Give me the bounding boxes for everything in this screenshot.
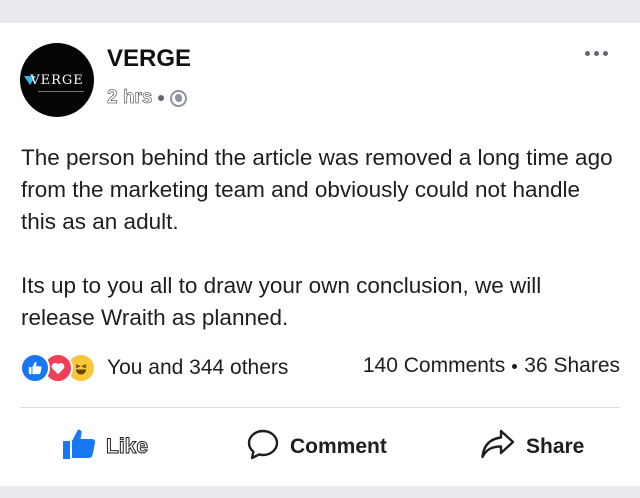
avatar-logo-text: VERGE xyxy=(30,73,84,88)
comment-button-label: Comment xyxy=(290,435,387,458)
post-paragraph: Its up to you all to draw your own concl… xyxy=(21,273,542,330)
comment-button[interactable]: Comment xyxy=(246,421,387,473)
post-meta: 2 hrs xyxy=(107,87,188,109)
ellipsis-icon xyxy=(594,51,599,56)
ellipsis-icon xyxy=(603,51,608,56)
post-card: VERGE VERGE 2 hrs The person behind the … xyxy=(0,23,640,486)
shares-count-link[interactable]: 36 Shares xyxy=(524,354,620,378)
reactions-count-text[interactable]: You and 344 others xyxy=(107,356,288,380)
post-paragraph: The person behind the article was remove… xyxy=(21,145,613,234)
comments-count-link[interactable]: 140 Comments xyxy=(363,354,505,378)
like-reaction-icon xyxy=(20,353,50,383)
engagement-stats: 140 Comments 36 Shares xyxy=(363,354,620,378)
post-timestamp[interactable]: 2 hrs xyxy=(107,87,153,109)
like-button[interactable]: Like xyxy=(62,421,149,473)
comment-bubble-icon xyxy=(246,428,280,466)
share-arrow-icon xyxy=(480,428,516,466)
page-name[interactable]: VERGE xyxy=(107,45,191,73)
share-button[interactable]: Share xyxy=(480,421,584,473)
like-button-label: Like xyxy=(105,435,149,459)
share-button-label: Share xyxy=(526,435,585,458)
reactions-summary[interactable]: You and 344 others xyxy=(20,352,288,384)
thumbs-up-icon xyxy=(62,428,96,466)
post-body: The person behind the article was remove… xyxy=(21,142,621,334)
globe-icon[interactable] xyxy=(170,89,188,107)
post-actions-bar: Like Comment Share xyxy=(0,421,640,473)
page-avatar[interactable]: VERGE xyxy=(20,43,94,117)
more-options-button[interactable] xyxy=(585,51,608,56)
actions-divider xyxy=(20,407,620,408)
avatar-logo-underline xyxy=(38,91,84,92)
stats-separator-dot xyxy=(512,363,518,369)
ellipsis-icon xyxy=(585,51,590,56)
meta-separator-dot xyxy=(158,95,165,101)
